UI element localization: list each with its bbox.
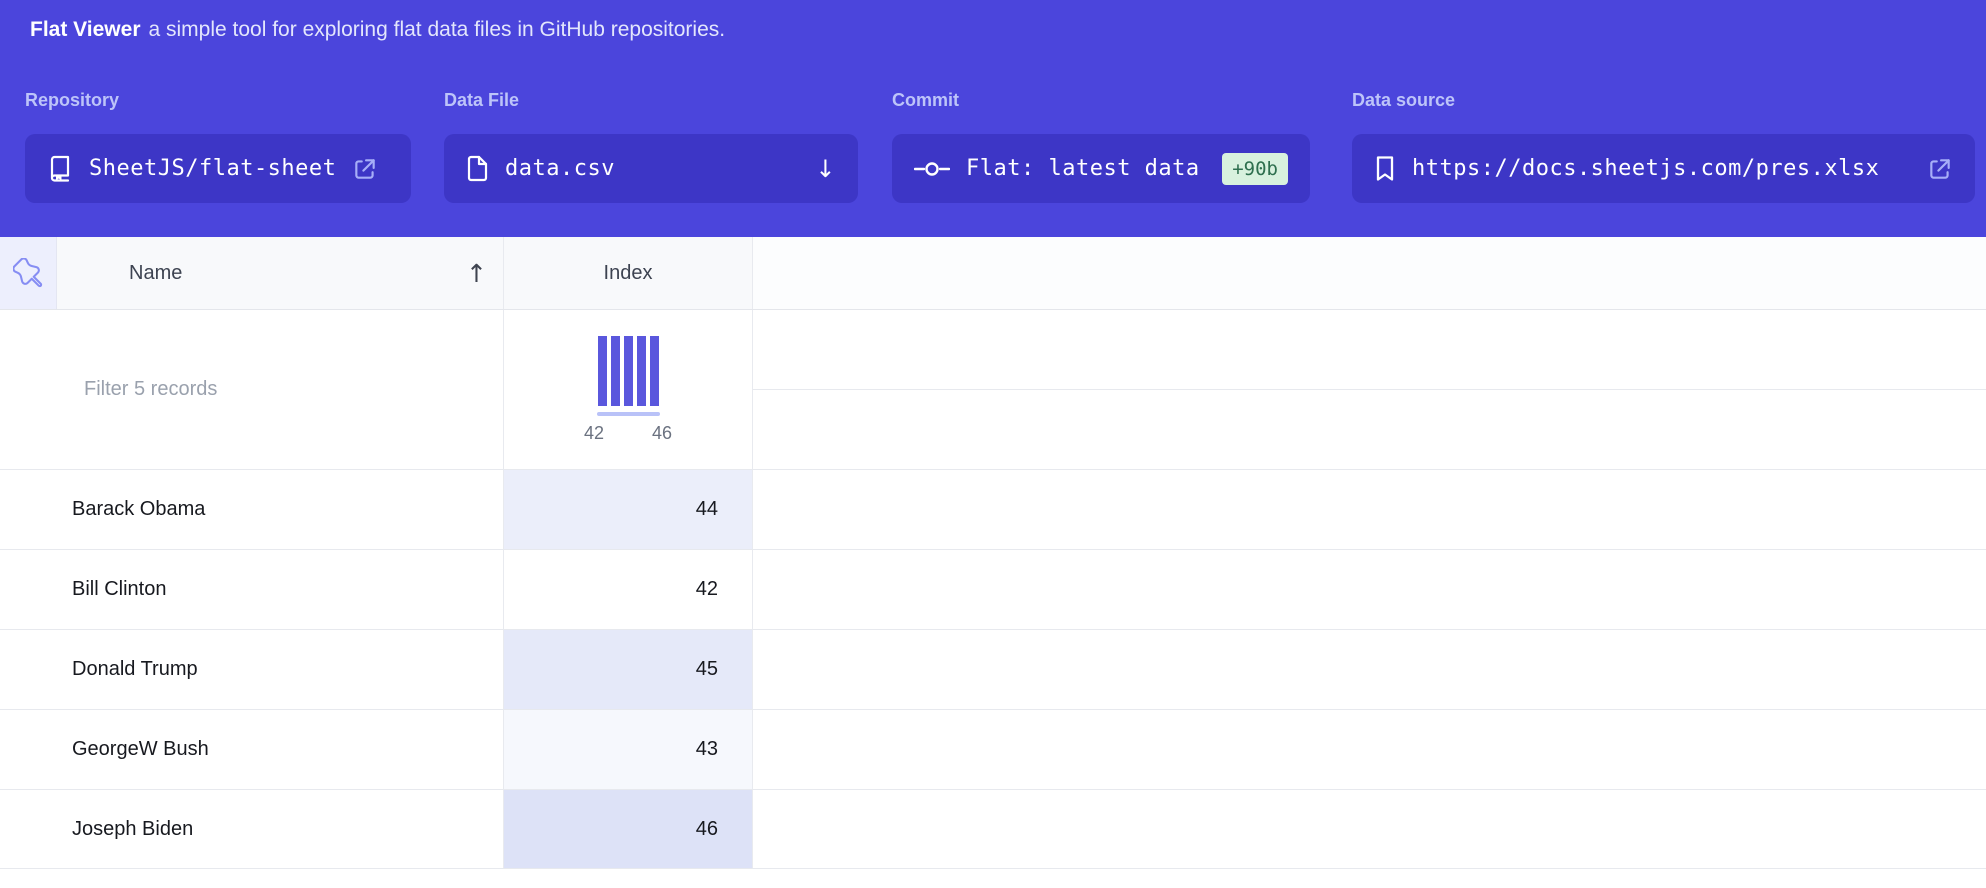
column-title: Name xyxy=(129,262,182,285)
down-arrow-icon: ↓ xyxy=(815,155,836,183)
index-histogram xyxy=(598,336,659,406)
table-row[interactable]: Joseph Biden 46 xyxy=(0,790,1986,869)
filter-cell-name xyxy=(0,310,504,469)
repository-control: Repository SheetJS/flat-sheet xyxy=(25,90,119,111)
cell-name: GeorgeW Bush xyxy=(0,710,504,789)
histogram-bar xyxy=(598,336,607,406)
commit-label: Commit xyxy=(892,90,959,111)
commit-control: Commit Flat: latest data +90b xyxy=(892,90,959,111)
table-row[interactable]: GeorgeW Bush 43 xyxy=(0,710,1986,790)
commit-message: Flat: latest data xyxy=(966,156,1200,181)
histogram-bar xyxy=(624,336,633,406)
table-header-row: Name ↑ Index xyxy=(0,237,1986,310)
external-link-icon xyxy=(1927,156,1953,182)
cell-name: Barack Obama xyxy=(0,470,504,549)
cell-name: Joseph Biden xyxy=(0,790,504,868)
cell-name: Bill Clinton xyxy=(0,550,504,629)
histogram-bar xyxy=(637,336,646,406)
cell-name: Donald Trump xyxy=(0,630,504,709)
data-source-link[interactable]: https://docs.sheetjs.com/pres.xlsx xyxy=(1352,134,1975,203)
app-title-row: Flat Viewer a simple tool for exploring f… xyxy=(30,18,725,42)
histogram-axis xyxy=(597,412,660,416)
data-file-value: data.csv xyxy=(505,156,615,181)
column-header-index[interactable]: Index xyxy=(504,237,753,309)
table-row[interactable]: Bill Clinton 42 xyxy=(0,550,1986,630)
repository-label: Repository xyxy=(25,90,119,111)
flat-viewer-app: Flat Viewer a simple tool for exploring f… xyxy=(0,0,1986,888)
commit-button[interactable]: Flat: latest data +90b xyxy=(892,134,1310,203)
histogram-cell-index[interactable]: 42 46 xyxy=(504,310,753,469)
data-file-select[interactable]: data.csv ↓ xyxy=(444,134,858,203)
histogram-bar xyxy=(650,336,659,406)
data-file-control: Data File data.csv ↓ xyxy=(444,90,519,111)
data-file-label: Data File xyxy=(444,90,519,111)
data-source-control: Data source https://docs.sheetjs.com/pre… xyxy=(1352,90,1455,111)
cell-index: 42 xyxy=(504,550,753,629)
cell-index: 45 xyxy=(504,630,753,709)
app-tagline: a simple tool for exploring flat data fi… xyxy=(149,18,726,41)
column-title: Index xyxy=(604,262,653,285)
data-source-url: https://docs.sheetjs.com/pres.xlsx xyxy=(1412,156,1879,181)
app-title: Flat Viewer xyxy=(30,18,141,41)
table-row[interactable]: Barack Obama 44 xyxy=(0,470,1986,550)
cell-index: 46 xyxy=(504,790,753,868)
histogram-labels: 42 46 xyxy=(584,423,672,444)
repo-icon xyxy=(47,155,73,182)
histogram-max-label: 46 xyxy=(652,423,672,444)
pin-icon xyxy=(13,258,43,288)
column-header-name[interactable]: Name ↑ xyxy=(57,237,504,309)
histogram-bar xyxy=(611,336,620,406)
commit-diff-badge: +90b xyxy=(1222,153,1288,185)
cell-index: 44 xyxy=(504,470,753,549)
repository-button[interactable]: SheetJS/flat-sheet xyxy=(25,134,411,203)
cell-index: 43 xyxy=(504,710,753,789)
histogram-min-label: 42 xyxy=(584,423,604,444)
sort-ascending-icon[interactable]: ↑ xyxy=(466,261,487,286)
empty-grid-row-divider xyxy=(753,389,1986,390)
data-source-label: Data source xyxy=(1352,90,1455,111)
bookmark-icon xyxy=(1374,155,1396,182)
filter-input[interactable] xyxy=(82,377,466,402)
repository-value: SheetJS/flat-sheet xyxy=(89,156,336,181)
app-header: Flat Viewer a simple tool for exploring f… xyxy=(0,0,1986,237)
file-icon xyxy=(466,155,489,182)
table-row[interactable]: Donald Trump 45 xyxy=(0,630,1986,710)
pin-column-header[interactable] xyxy=(0,237,57,309)
commit-icon xyxy=(914,160,950,178)
filter-row: 42 46 xyxy=(0,310,1986,470)
external-link-icon xyxy=(352,156,378,182)
